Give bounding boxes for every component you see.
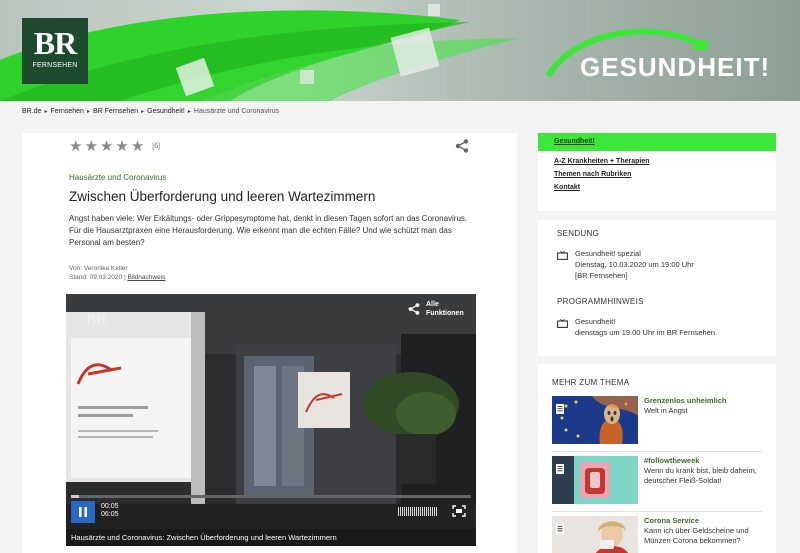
br-logo-subtitle: FERNSEHEN xyxy=(32,62,78,69)
image-credit-link[interactable]: Bildnachweis xyxy=(127,274,165,281)
article-headline: Zwischen Überforderung und leeren Wartez… xyxy=(69,189,376,204)
video-progress-fill xyxy=(71,495,79,498)
programm-entry[interactable]: Gesundheit! dienstags um 19.00 Uhr im BR… xyxy=(557,316,717,338)
programm-title: Gesundheit! xyxy=(575,317,616,326)
related-desc: Welt in Angst xyxy=(644,406,688,415)
related-thumbnail xyxy=(552,516,638,553)
star-icon[interactable]: ★ xyxy=(84,139,97,154)
chevron-right-icon: ▸ xyxy=(44,108,48,115)
breadcrumb-item-gesundheit[interactable]: Gesundheit! xyxy=(147,108,185,115)
article-icon xyxy=(556,524,564,534)
header-banner-graphic xyxy=(0,4,708,101)
rating-stars[interactable]: ★ ★ ★ ★ ★ [6] xyxy=(69,139,160,154)
related-desc: Wenn du krank bist, bleib daheim, deutsc… xyxy=(644,466,757,485)
pause-icon xyxy=(79,507,87,517)
star-icon[interactable]: ★ xyxy=(131,139,144,154)
share-icon[interactable] xyxy=(455,139,469,153)
star-icon[interactable]: ★ xyxy=(69,139,82,154)
article-date: Stand: 09.03.2020 xyxy=(69,274,123,281)
video-progress-bar[interactable] xyxy=(71,495,471,498)
sendung-title: Gesundheit! spezial xyxy=(575,249,641,258)
related-card[interactable]: Corona Service Kann ich über Geldscheine… xyxy=(552,516,767,553)
fullscreen-icon[interactable] xyxy=(452,505,466,517)
related-thumbnail xyxy=(552,456,638,504)
broadcast-info: SENDUNG Gesundheit! spezial Dienstag, 10… xyxy=(538,220,776,356)
volume-slider[interactable] xyxy=(398,507,437,516)
site-header: BR FERNSEHEN GESUNDHEIT! xyxy=(0,0,800,101)
related-thumbnail xyxy=(552,396,638,444)
related-title: Grenzenlos unheimlich xyxy=(644,396,727,405)
video-player[interactable]: BR Alle Funktionen 00:05 06:05 Hausärzte… xyxy=(66,294,476,546)
related-title: #followtheweek xyxy=(644,456,700,465)
video-watermark: BR xyxy=(86,312,107,328)
share-icon xyxy=(408,303,420,315)
video-duration: 06:05 xyxy=(101,511,119,518)
related-heading: MEHR ZUM THEMA xyxy=(552,378,630,387)
sidebar-item-themen[interactable]: Themen nach Rubriken xyxy=(538,168,776,181)
article-meta: Von: Veronika Keller Stand: 09.03.2020 |… xyxy=(69,264,165,282)
tv-icon xyxy=(557,319,568,328)
chevron-right-icon: ▸ xyxy=(187,108,191,115)
tv-icon xyxy=(557,251,568,260)
breadcrumb-item-fernsehen[interactable]: Fernsehen xyxy=(50,108,83,115)
video-current-time: 00:05 xyxy=(101,503,119,510)
related-card[interactable]: #followtheweek Wenn du krank bist, bleib… xyxy=(552,456,767,506)
article-date-line: Stand: 09.03.2020 | Bildnachweis xyxy=(69,274,166,281)
breadcrumb-current: Hausärzte und Coronavirus xyxy=(193,107,280,115)
sendung-channel: [BR Fernsehen] xyxy=(575,271,628,280)
video-caption: Hausärzte und Coronavirus: Zwischen Über… xyxy=(66,529,476,546)
br-logo-text: BR xyxy=(33,25,77,61)
chevron-right-icon: ▸ xyxy=(141,108,145,115)
related-topics: MEHR ZUM THEMA Grenzenlos unheimlich Wel… xyxy=(538,364,776,553)
program-title: GESUNDHEIT! xyxy=(580,52,771,82)
article: ★ ★ ★ ★ ★ [6] Hausärzte und Coronavirus … xyxy=(22,133,517,553)
divider xyxy=(552,451,762,452)
star-icon[interactable]: ★ xyxy=(115,139,128,154)
breadcrumb-item-br[interactable]: BR.de xyxy=(22,108,41,115)
article-icon xyxy=(556,404,564,414)
all-functions-button[interactable]: Alle Funktionen xyxy=(408,300,468,318)
all-functions-label: Alle Funktionen xyxy=(426,301,464,317)
related-desc: Kann ich über Geldscheine und Münzen Cor… xyxy=(644,526,749,545)
related-card[interactable]: Grenzenlos unheimlich Welt in Angst xyxy=(552,396,767,446)
br-logo[interactable]: BR FERNSEHEN xyxy=(22,18,88,84)
article-icon xyxy=(556,464,564,474)
breadcrumb: BR.de ▸ Fernsehen ▸ BR Fernsehen ▸ Gesun… xyxy=(22,104,279,118)
video-frame: BR xyxy=(66,294,476,529)
sidebar-nav: Gesundheit! A-Z Krankheiten + Therapien … xyxy=(538,133,776,211)
related-title: Corona Service xyxy=(644,516,700,525)
divider xyxy=(552,511,762,512)
article-teaser: Angst haben viele: Wer Erkältungs- oder … xyxy=(69,214,468,247)
programm-heading: PROGRAMMHINWEIS xyxy=(557,297,644,306)
sendung-entry[interactable]: Gesundheit! spezial Dienstag, 10.03.2020… xyxy=(557,248,694,281)
sidebar-item-gesundheit[interactable]: Gesundheit! xyxy=(538,133,776,151)
pause-button[interactable] xyxy=(71,501,95,523)
breadcrumb-item-br-fernsehen[interactable]: BR Fernsehen xyxy=(93,108,138,115)
programm-time: dienstags um 19.00 Uhr im BR Fernsehen. xyxy=(575,328,718,337)
sidebar-item-kontakt[interactable]: Kontakt xyxy=(538,181,776,194)
star-icon[interactable]: ★ xyxy=(100,139,113,154)
article-author: Von: Veronika Keller xyxy=(69,265,128,272)
sidebar-item-az[interactable]: A-Z Krankheiten + Therapien xyxy=(538,155,776,168)
article-kicker: Hausärzte und Coronavirus xyxy=(69,173,167,182)
rating-count: [6] xyxy=(152,143,161,150)
sendung-time: Dienstag, 10.03.2020 um 19:00 Uhr xyxy=(575,260,694,269)
video-time: 00:05 06:05 xyxy=(101,503,119,519)
sendung-heading: SENDUNG xyxy=(557,229,600,238)
chevron-right-icon: ▸ xyxy=(86,108,90,115)
